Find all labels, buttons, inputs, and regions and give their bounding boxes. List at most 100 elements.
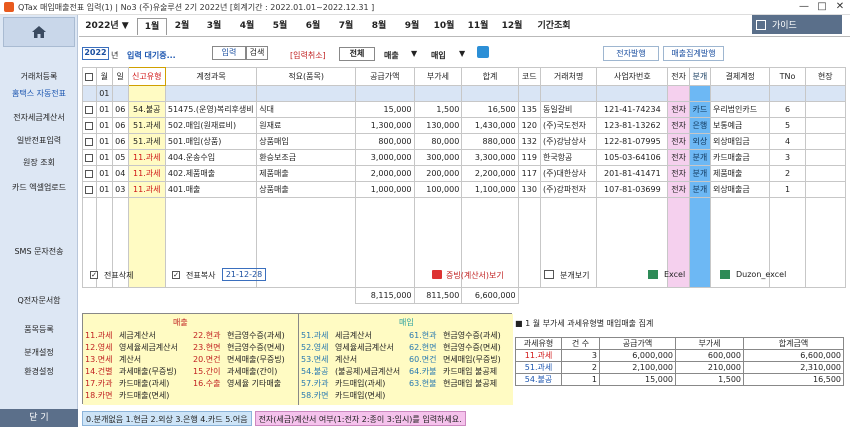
row-client[interactable]: (주)국도전자 xyxy=(539,117,598,134)
tab-month-5[interactable]: 5월 xyxy=(265,18,295,35)
filter-all-button[interactable]: 전체 xyxy=(339,47,375,61)
tab-month-1[interactable]: 1월 xyxy=(137,18,167,35)
row-checkbox[interactable] xyxy=(82,101,97,118)
row-payment-account[interactable]: 제품매출 xyxy=(709,165,771,182)
close-window-button[interactable]: ✕ xyxy=(831,0,849,14)
row-site[interactable] xyxy=(804,133,847,150)
sidebar-item-q-documents[interactable]: Q전자문서함 xyxy=(0,295,78,306)
row-tno[interactable]: 2 xyxy=(769,165,806,182)
row-memo[interactable]: 상품매입 xyxy=(256,133,357,150)
row-bizno[interactable]: 201-81-41471 xyxy=(596,165,669,182)
table-row[interactable]: 01 05 11.과세 404.운송수입 환승보조금 3,000,000 300,000 3,… xyxy=(82,149,847,166)
row-supply[interactable]: 800,000 xyxy=(355,133,415,150)
tab-period-search[interactable]: 기간조회 xyxy=(534,18,574,35)
copy-checkbox[interactable] xyxy=(172,271,180,279)
row-tno[interactable]: 6 xyxy=(769,101,806,118)
row-tno[interactable]: 1 xyxy=(769,181,806,198)
row-code[interactable]: 130 xyxy=(517,181,541,198)
row-account[interactable]: 404.운송수입 xyxy=(164,149,258,166)
sidebar-item-client-registration[interactable]: 거래처등록 xyxy=(0,71,78,82)
row-total[interactable]: 880,000 xyxy=(461,133,519,150)
row-vat[interactable]: 100,000 xyxy=(413,181,463,198)
row-memo[interactable]: 식대 xyxy=(256,101,357,118)
row-supply[interactable]: 1,300,000 xyxy=(355,117,415,134)
table-row[interactable]: 01 03 11.과세 401.매출 상품매출 1,000,000 100,000 1,100… xyxy=(82,181,847,198)
row-total[interactable]: 2,200,000 xyxy=(461,165,519,182)
row-checkbox[interactable] xyxy=(82,149,97,166)
row-tno[interactable]: 4 xyxy=(769,133,806,150)
row-site[interactable] xyxy=(804,117,847,134)
row-bizno[interactable]: 121-41-74234 xyxy=(596,101,669,118)
row-journal[interactable]: 분개 xyxy=(688,181,711,198)
sidebar-item-general-journal[interactable]: 일반전표입력 xyxy=(0,135,78,146)
row-code[interactable]: 117 xyxy=(517,165,541,182)
row-report-type[interactable]: 51.과세 xyxy=(127,117,166,134)
year-dropdown[interactable]: 2022년 ▼ xyxy=(85,18,129,35)
tab-month-3[interactable]: 3월 xyxy=(199,18,229,35)
row-report-type[interactable]: 11.과세 xyxy=(127,149,166,166)
row-site[interactable] xyxy=(804,181,847,198)
tab-month-6[interactable]: 6월 xyxy=(298,18,328,35)
row-electronic[interactable]: 전자 xyxy=(667,165,690,182)
view-invoice-button[interactable]: 증빙(계산서)보기 xyxy=(446,270,504,281)
row-total[interactable]: 16,500 xyxy=(461,101,519,118)
table-row[interactable]: 01 06 51.과세 502.매입(원재료비) 원재료 1,300,000 130,000… xyxy=(82,117,847,134)
tab-month-9[interactable]: 9월 xyxy=(397,18,427,35)
filter-purchase-dropdown[interactable]: 매입 xyxy=(431,50,446,61)
row-electronic[interactable]: 전자 xyxy=(667,181,690,198)
row-payment-account[interactable]: 외상매입금 xyxy=(709,133,771,150)
sidebar-item-journal-settings[interactable]: 분개설정 xyxy=(0,347,78,358)
row-bizno[interactable]: 123-81-13262 xyxy=(596,117,669,134)
minimize-button[interactable]: — xyxy=(795,0,813,14)
row-site[interactable] xyxy=(804,149,847,166)
row-memo[interactable]: 제품매출 xyxy=(256,165,357,182)
row-electronic[interactable]: 전자 xyxy=(667,149,690,166)
cancel-input-link[interactable]: [입력취소] xyxy=(290,50,326,61)
row-electronic[interactable]: 전자 xyxy=(667,101,690,118)
row-checkbox[interactable] xyxy=(82,181,97,198)
row-payment-account[interactable]: 보통예금 xyxy=(709,117,771,134)
row-month[interactable]: 01 xyxy=(95,117,113,134)
row-journal[interactable]: 분개 xyxy=(688,149,711,166)
row-supply[interactable]: 3,000,000 xyxy=(355,149,415,166)
search-mode-button[interactable]: 검색 xyxy=(246,46,268,60)
input-month-field[interactable]: 01 xyxy=(95,85,113,102)
row-bizno[interactable]: 122-81-07995 xyxy=(596,133,669,150)
row-day[interactable]: 06 xyxy=(111,117,129,134)
guide-button[interactable]: 가이드 xyxy=(752,15,842,34)
row-bizno[interactable]: 107-81-03699 xyxy=(596,181,669,198)
row-vat[interactable]: 130,000 xyxy=(413,117,463,134)
delete-checkbox[interactable] xyxy=(90,271,98,279)
sidebar-item-items[interactable]: 품목등록 xyxy=(0,324,78,335)
row-journal[interactable]: 카드 xyxy=(688,101,711,118)
row-account[interactable]: 501.매입(상품) xyxy=(164,133,258,150)
row-journal[interactable]: 은행 xyxy=(688,117,711,134)
sidebar-item-ledger[interactable]: 원장 조회 xyxy=(0,157,78,168)
select-all-checkbox[interactable] xyxy=(82,67,97,86)
row-supply[interactable]: 2,000,000 xyxy=(355,165,415,182)
row-electronic[interactable]: 전자 xyxy=(667,133,690,150)
sidebar-item-env-settings[interactable]: 환경설정 xyxy=(0,366,78,377)
copy-voucher-label[interactable]: 전표복사 xyxy=(186,270,215,281)
row-day[interactable]: 03 xyxy=(111,181,129,198)
row-checkbox[interactable] xyxy=(82,165,97,182)
row-memo[interactable]: 상품매출 xyxy=(256,181,357,198)
row-month[interactable]: 01 xyxy=(95,165,113,182)
home-button[interactable] xyxy=(3,17,75,47)
row-total[interactable]: 1,430,000 xyxy=(461,117,519,134)
delete-voucher-label[interactable]: 전표삭제 xyxy=(104,270,133,281)
tab-month-8[interactable]: 8월 xyxy=(364,18,394,35)
row-journal[interactable]: 분개 xyxy=(688,165,711,182)
row-month[interactable]: 01 xyxy=(95,133,113,150)
row-client[interactable]: (주)강남상사 xyxy=(539,133,598,150)
row-day[interactable]: 04 xyxy=(111,165,129,182)
tab-month-7[interactable]: 7월 xyxy=(331,18,361,35)
row-client[interactable]: 동일갈비 xyxy=(539,101,598,118)
row-report-type[interactable]: 51.과세 xyxy=(127,133,166,150)
row-code[interactable]: 119 xyxy=(517,149,541,166)
duzon-excel-button[interactable]: Duzon_excel xyxy=(736,270,786,279)
row-client[interactable]: 한국항공 xyxy=(539,149,598,166)
refresh-icon[interactable] xyxy=(477,46,489,58)
sidebar-item-card-excel-upload[interactable]: 카드 엑셀업로드 xyxy=(0,182,78,193)
row-day[interactable]: 06 xyxy=(111,133,129,150)
